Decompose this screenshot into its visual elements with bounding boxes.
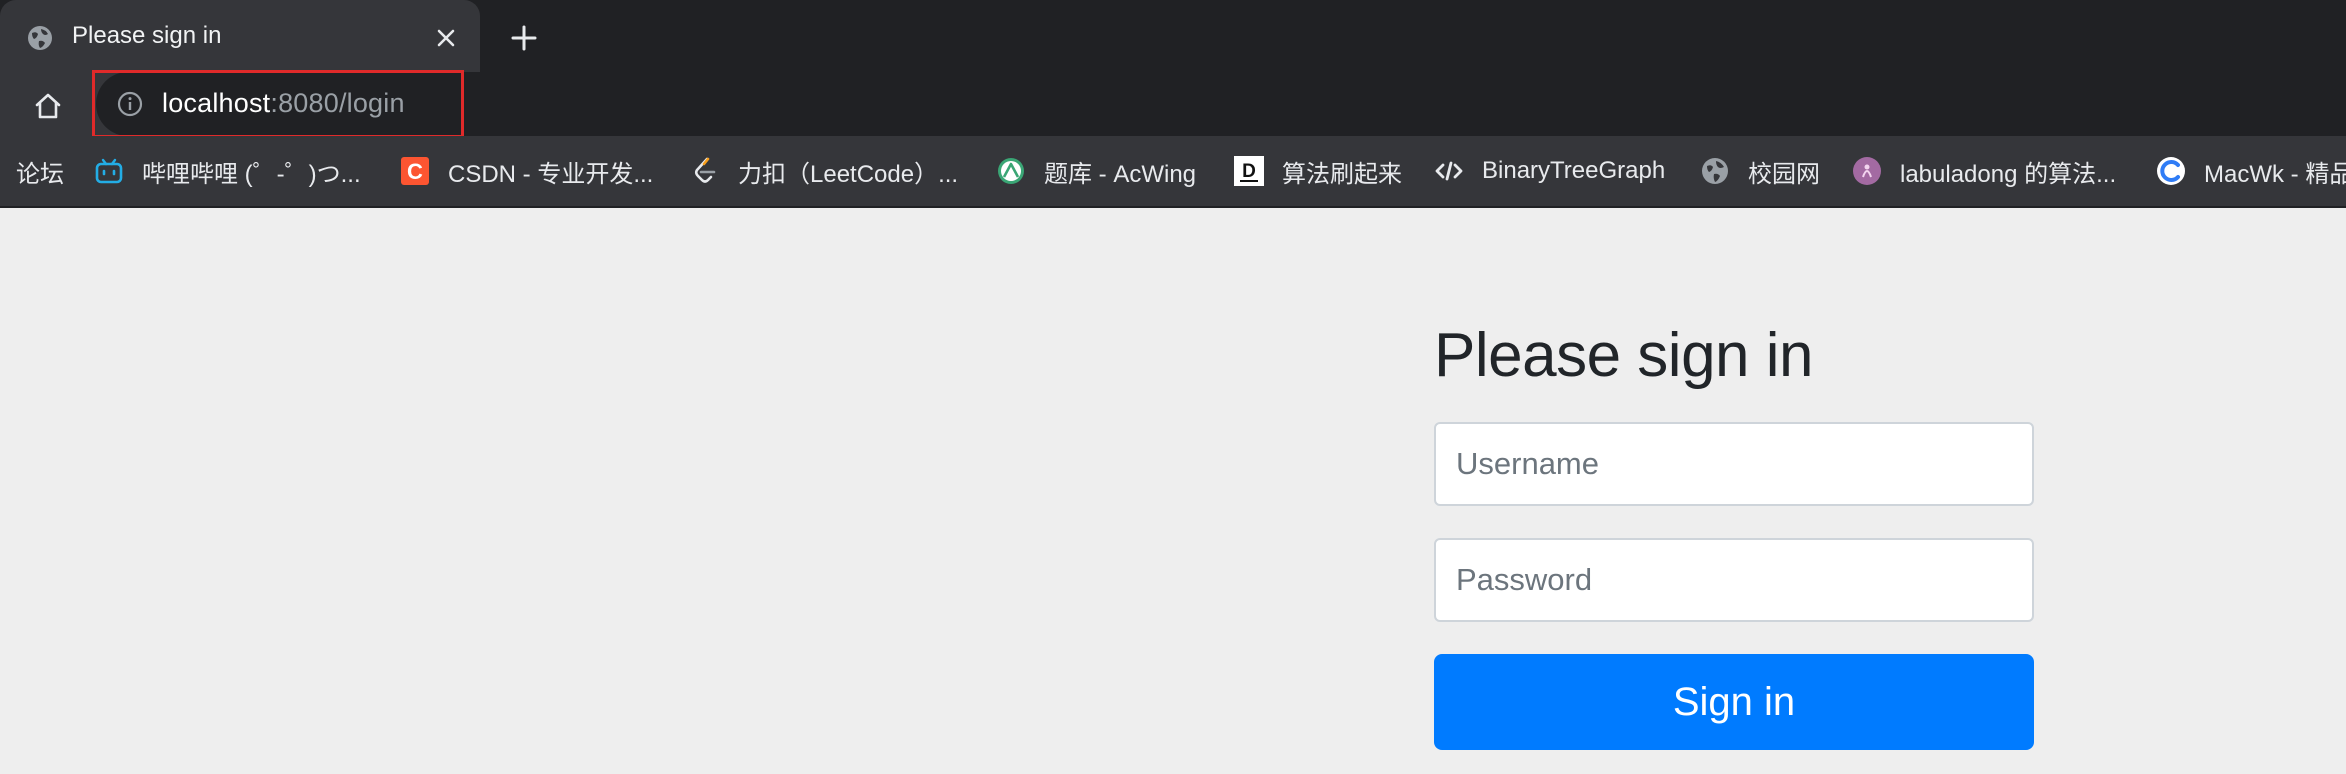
macwk-icon <box>2157 157 2185 185</box>
bookmarks-bar: 论坛 哔哩哔哩 (゜-゜)つ... C CSDN - 专业开发... 力扣（Le… <box>0 136 2346 208</box>
bookmark-label: MacWk - 精品 <box>2204 160 2346 188</box>
browser-tab[interactable]: Please sign in <box>0 0 480 72</box>
bookmark-label: labuladong 的算法... <box>1900 160 2117 188</box>
bookmark-label: 哔哩哔哩 (゜-゜)つ... <box>142 160 361 188</box>
svg-text:C: C <box>407 159 423 184</box>
leetcode-icon <box>694 157 716 183</box>
globe-icon <box>1702 158 1728 184</box>
bookmark-macwk[interactable]: MacWk - 精品 <box>2156 136 2346 206</box>
bookmark-bilibili[interactable]: 哔哩哔哩 (゜-゜)つ... <box>94 136 361 206</box>
acwing-icon <box>998 158 1024 184</box>
bookmark-label: 力扣（LeetCode）... <box>738 160 959 188</box>
bookmark-xiaoyuanwang[interactable]: 校园网 <box>1700 136 1820 206</box>
password-input[interactable] <box>1434 538 2034 622</box>
bookmark-leetcode[interactable]: 力扣（LeetCode）... <box>690 136 958 206</box>
bookmark-label: 论坛 <box>16 160 64 188</box>
info-icon[interactable] <box>116 90 144 118</box>
bookmark-luntan[interactable]: 论坛 <box>16 136 64 206</box>
close-icon[interactable] <box>432 24 460 52</box>
bookmark-labuladong[interactable]: labuladong 的算法... <box>1852 136 2116 206</box>
bookmark-label: 算法刷起来 <box>1282 160 1402 188</box>
d-logo-icon: D <box>1234 156 1264 186</box>
csdn-icon: C <box>401 157 429 185</box>
plus-icon[interactable] <box>508 22 540 54</box>
bookmark-csdn[interactable]: C CSDN - 专业开发... <box>400 136 653 206</box>
tab-strip: Please sign in <box>0 0 2346 72</box>
browser-toolbar: localhost:8080/login <box>0 72 2346 136</box>
address-bar[interactable]: localhost:8080/login <box>96 72 2346 136</box>
tab-title: Please sign in <box>72 22 222 49</box>
username-input[interactable] <box>1434 422 2034 506</box>
signin-button[interactable]: Sign in <box>1434 654 2034 750</box>
code-icon <box>1435 161 1463 181</box>
bookmark-label: CSDN - 专业开发... <box>448 160 654 188</box>
url-host: localhost <box>162 88 271 118</box>
signin-form: Please sign in Sign in <box>1434 318 2034 750</box>
bookmark-label: 题库 - AcWing <box>1044 160 1197 188</box>
bookmark-suanfa[interactable]: D 算法刷起来 <box>1234 136 1402 206</box>
bookmark-label: 校园网 <box>1748 160 1820 188</box>
svg-text:D: D <box>1242 161 1256 182</box>
globe-icon <box>28 26 52 50</box>
bookmark-label: BinaryTreeGraph <box>1482 157 1666 184</box>
bookmark-binarytreegraph[interactable]: BinaryTreeGraph <box>1434 136 1665 206</box>
page-title: Please sign in <box>1434 321 1814 390</box>
bookmark-acwing[interactable]: 题库 - AcWing <box>996 136 1196 206</box>
url-text[interactable]: localhost:8080/login <box>162 88 405 119</box>
labuladong-icon <box>1853 157 1881 185</box>
bilibili-icon <box>95 158 123 184</box>
home-icon[interactable] <box>32 90 64 122</box>
url-path: :8080/login <box>270 88 405 118</box>
